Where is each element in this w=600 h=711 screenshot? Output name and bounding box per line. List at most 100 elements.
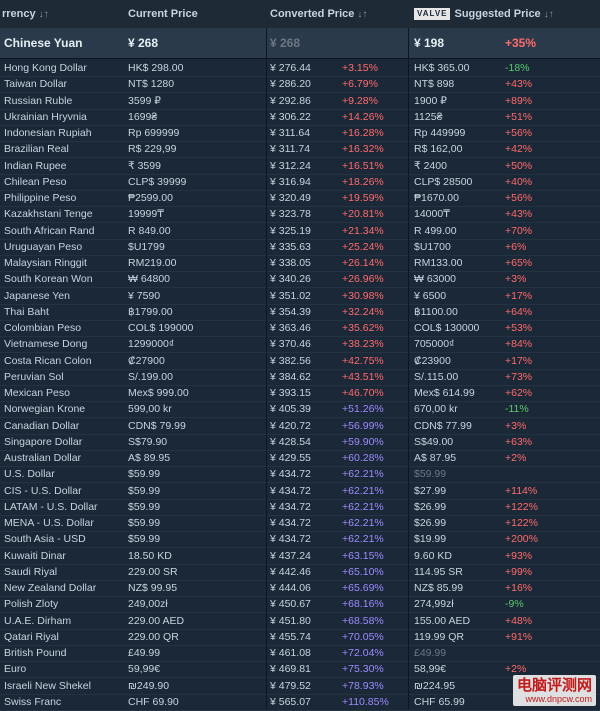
table-row[interactable]: Chilean Peso CLP$ 39999 ¥ 316.94 +18.26% CLP… xyxy=(0,174,600,191)
highlight-row[interactable]: Chinese Yuan ¥ 268 ¥ 268 ¥ 198 +35% xyxy=(0,28,600,59)
table-row[interactable]: LATAM - U.S. Dollar $59.99 ¥ 434.72 +62.21%… xyxy=(0,499,600,516)
suggested-price: ¥ 198 xyxy=(414,36,445,50)
table-row[interactable]: Colombian Peso COL$ 199000 ¥ 363.46 +35.62%… xyxy=(0,320,600,337)
converted-price: ¥ 384.62 xyxy=(270,370,311,383)
suggested-price: 58,99€ xyxy=(414,663,447,676)
suggested-percent: +6% xyxy=(505,240,527,253)
table-row[interactable]: CIS - U.S. Dollar $59.99 ¥ 434.72 +62.21% $2… xyxy=(0,483,600,500)
converted-percent: +35.62% xyxy=(342,322,384,334)
valve-logo: VALVE xyxy=(414,8,451,21)
table-row[interactable]: Malaysian Ringgit RM219.00 ¥ 338.05 +26.14%… xyxy=(0,255,600,272)
suggested-percent: +200% xyxy=(505,533,538,546)
header-suggested-price[interactable]: VALVE Suggested Price ↓↑ xyxy=(414,0,554,28)
suggested-price: A$ 87.95 xyxy=(414,452,457,464)
suggested-percent: +63% xyxy=(505,435,533,448)
suggested-price: 155.00 AED xyxy=(414,614,471,627)
table-row[interactable]: Singapore Dollar S$79.90 ¥ 428.54 +59.90% S$… xyxy=(0,434,600,451)
current-price: Mex$ 999.00 xyxy=(128,387,189,399)
table-row[interactable]: Kazakhstani Tenge 19999₸ ¥ 323.78 +20.81% 14… xyxy=(0,206,600,224)
suggested-price: CDN$ 77.99 xyxy=(414,419,472,432)
converted-percent: +65.10% xyxy=(342,565,384,578)
table-row[interactable]: South Korean Won ₩ 64800 ¥ 340.26 +26.96% ₩ … xyxy=(0,271,600,289)
suggested-percent: +73% xyxy=(505,370,533,383)
table-row[interactable]: Philippine Peso ₱2599.00 ¥ 320.49 +19.59% ₱1… xyxy=(0,190,600,207)
table-row[interactable]: Uruguayan Peso $U1799 ¥ 335.63 +25.24% $U170… xyxy=(0,239,600,256)
current-price: ₩ 64800 xyxy=(128,273,171,286)
converted-price: ¥ 292.86 xyxy=(270,94,311,107)
table-row[interactable]: Ukrainian Hryvnia 1699₴ ¥ 306.22 +14.26% 112… xyxy=(0,109,600,126)
converted-percent: +6.79% xyxy=(342,78,378,91)
table-row[interactable]: Brazilian Real R$ 229,99 ¥ 311.74 +16.32% R$… xyxy=(0,141,600,159)
currency-name: Taiwan Dollar xyxy=(4,78,68,91)
header-converted-price[interactable]: Converted Price ↓↑ xyxy=(270,0,367,28)
current-price: 229.00 SR xyxy=(128,565,178,578)
converted-price: ¥ 405.39 xyxy=(270,403,311,416)
suggested-percent: +16% xyxy=(505,582,533,594)
suggested-percent: +35% xyxy=(505,36,537,50)
table-row[interactable]: Kuwaiti Dinar 18.50 KD ¥ 437.24 +63.15% 9.60… xyxy=(0,548,600,565)
converted-percent: +62.21% xyxy=(342,484,384,497)
table-row[interactable]: Hong Kong Dollar HK$ 298.00 ¥ 276.44 +3.15%… xyxy=(0,60,600,77)
table-row[interactable]: Indonesian Rupiah Rp 699999 ¥ 311.64 +16.28… xyxy=(0,125,600,142)
table-row[interactable]: U.S. Dollar $59.99 ¥ 434.72 +62.21% $59.99 xyxy=(0,466,600,484)
suggested-percent: +17% xyxy=(505,354,533,367)
sort-arrows-icon[interactable]: ↓↑ xyxy=(357,9,367,20)
table-row[interactable]: Peruvian Sol S/.199.00 ¥ 384.62 +43.51% S/.1… xyxy=(0,369,600,386)
table-row[interactable]: South African Rand R 849.00 ¥ 325.19 +21.34… xyxy=(0,223,600,240)
converted-percent: +68.58% xyxy=(342,614,384,627)
table-row[interactable]: New Zealand Dollar NZ$ 99.95 ¥ 444.06 +65.6… xyxy=(0,580,600,597)
currency-name: Malaysian Ringgit xyxy=(4,257,87,269)
current-price: $59.99 xyxy=(128,517,161,529)
converted-price: ¥ 320.49 xyxy=(270,192,311,204)
suggested-percent: +70% xyxy=(505,224,533,237)
suggested-price: S/.115.00 xyxy=(414,370,459,383)
currency-name: South Korean Won xyxy=(4,273,93,286)
table-row[interactable]: British Pound £49.99 ¥ 461.08 +72.04% £49.99 xyxy=(0,645,600,662)
converted-price: ¥ 351.02 xyxy=(270,289,311,302)
converted-price: ¥ 429.55 xyxy=(270,452,311,464)
suggested-price: ₩ 63000 xyxy=(414,273,457,286)
current-price: ¥ 268 xyxy=(128,36,159,50)
table-row[interactable]: Japanese Yen ¥ 7590 ¥ 351.02 +30.98% ¥ 6500 +… xyxy=(0,288,600,305)
sort-arrows-icon[interactable]: ↓↑ xyxy=(544,9,554,20)
sort-arrows-icon[interactable]: ↓↑ xyxy=(39,9,49,20)
table-row[interactable]: Costa Rican Colon ₡27900 ¥ 382.56 +42.75% ₡2… xyxy=(0,353,600,370)
table-row[interactable]: Qatari Riyal 229.00 QR ¥ 455.74 +70.05% 119.… xyxy=(0,629,600,646)
current-price: $59.99 xyxy=(128,533,161,546)
suggested-percent: +48% xyxy=(505,614,533,627)
table-row[interactable]: Australian Dollar A$ 89.95 ¥ 429.55 +60.28%… xyxy=(0,450,600,467)
table-row[interactable]: Norwegian Krone 599,00 kr ¥ 405.39 +51.26% 6… xyxy=(0,401,600,419)
table-row[interactable]: U.A.E. Dirham 229.00 AED ¥ 451.80 +68.58% 15… xyxy=(0,613,600,630)
table-row[interactable]: MENA - U.S. Dollar $59.99 ¥ 434.72 +62.21% $… xyxy=(0,515,600,532)
suggested-price: ₱1670.00 xyxy=(414,192,459,204)
table-row[interactable]: Mexican Peso Mex$ 999.00 ¥ 393.15 +46.70% Me… xyxy=(0,385,600,402)
table-row[interactable]: Indian Rupee ₹ 3599 ¥ 312.24 +16.51% ₹ 2400 +… xyxy=(0,158,600,175)
header-current-price: Current Price xyxy=(128,8,198,20)
current-price: CHF 69.90 xyxy=(128,695,179,708)
converted-price: ¥ 382.56 xyxy=(270,354,311,367)
table-row[interactable]: Swiss Franc CHF 69.90 ¥ 565.07 +110.85% CHF … xyxy=(0,694,600,711)
suggested-percent: +43% xyxy=(505,208,533,221)
header-currency[interactable]: rrency ↓↑ xyxy=(2,0,49,28)
table-row[interactable]: Taiwan Dollar NT$ 1280 ¥ 286.20 +6.79% NT$ 8… xyxy=(0,76,600,94)
table-row[interactable]: Saudi Riyal 229.00 SR ¥ 442.46 +65.10% 114.9… xyxy=(0,564,600,581)
suggested-percent: +51% xyxy=(505,110,533,123)
converted-percent: +68.16% xyxy=(342,598,384,611)
table-row[interactable]: Canadian Dollar CDN$ 79.99 ¥ 420.72 +56.99%… xyxy=(0,418,600,435)
currency-name: Euro xyxy=(4,663,27,676)
suggested-price: Rp 449999 xyxy=(414,127,466,139)
suggested-percent: +84% xyxy=(505,338,533,351)
suggested-price: ₪224.95 xyxy=(414,679,456,692)
table-row[interactable]: Israeli New Shekel ₪249.90 ¥ 479.52 +78.93%… xyxy=(0,678,600,695)
table-header: rrency ↓↑ Current Price Converted Price ↓↑… xyxy=(0,0,600,29)
current-price: 3599 ₽ xyxy=(128,94,161,107)
suggested-percent: +17% xyxy=(505,289,533,302)
table-row[interactable]: Thai Baht ฿1799.00 ¥ 354.39 +32.24% ฿1100.00… xyxy=(0,304,600,321)
currency-name: Japanese Yen xyxy=(4,289,70,302)
table-row[interactable]: Russian Ruble 3599 ₽ ¥ 292.86 +9.28% 1900 ₽ +… xyxy=(0,93,600,110)
table-row[interactable]: Vietnamese Dong 1299000₫ ¥ 370.46 +38.23% 70… xyxy=(0,336,600,354)
table-row[interactable]: Euro 59,99€ ¥ 469.81 +75.30% 58,99€ +2% xyxy=(0,661,600,679)
currency-name: Costa Rican Colon xyxy=(4,354,92,367)
table-row[interactable]: South Asia - USD $59.99 ¥ 434.72 +62.21% $19… xyxy=(0,531,600,549)
table-row[interactable]: Polish Zloty 249,00zł ¥ 450.67 +68.16% 274,9… xyxy=(0,596,600,614)
